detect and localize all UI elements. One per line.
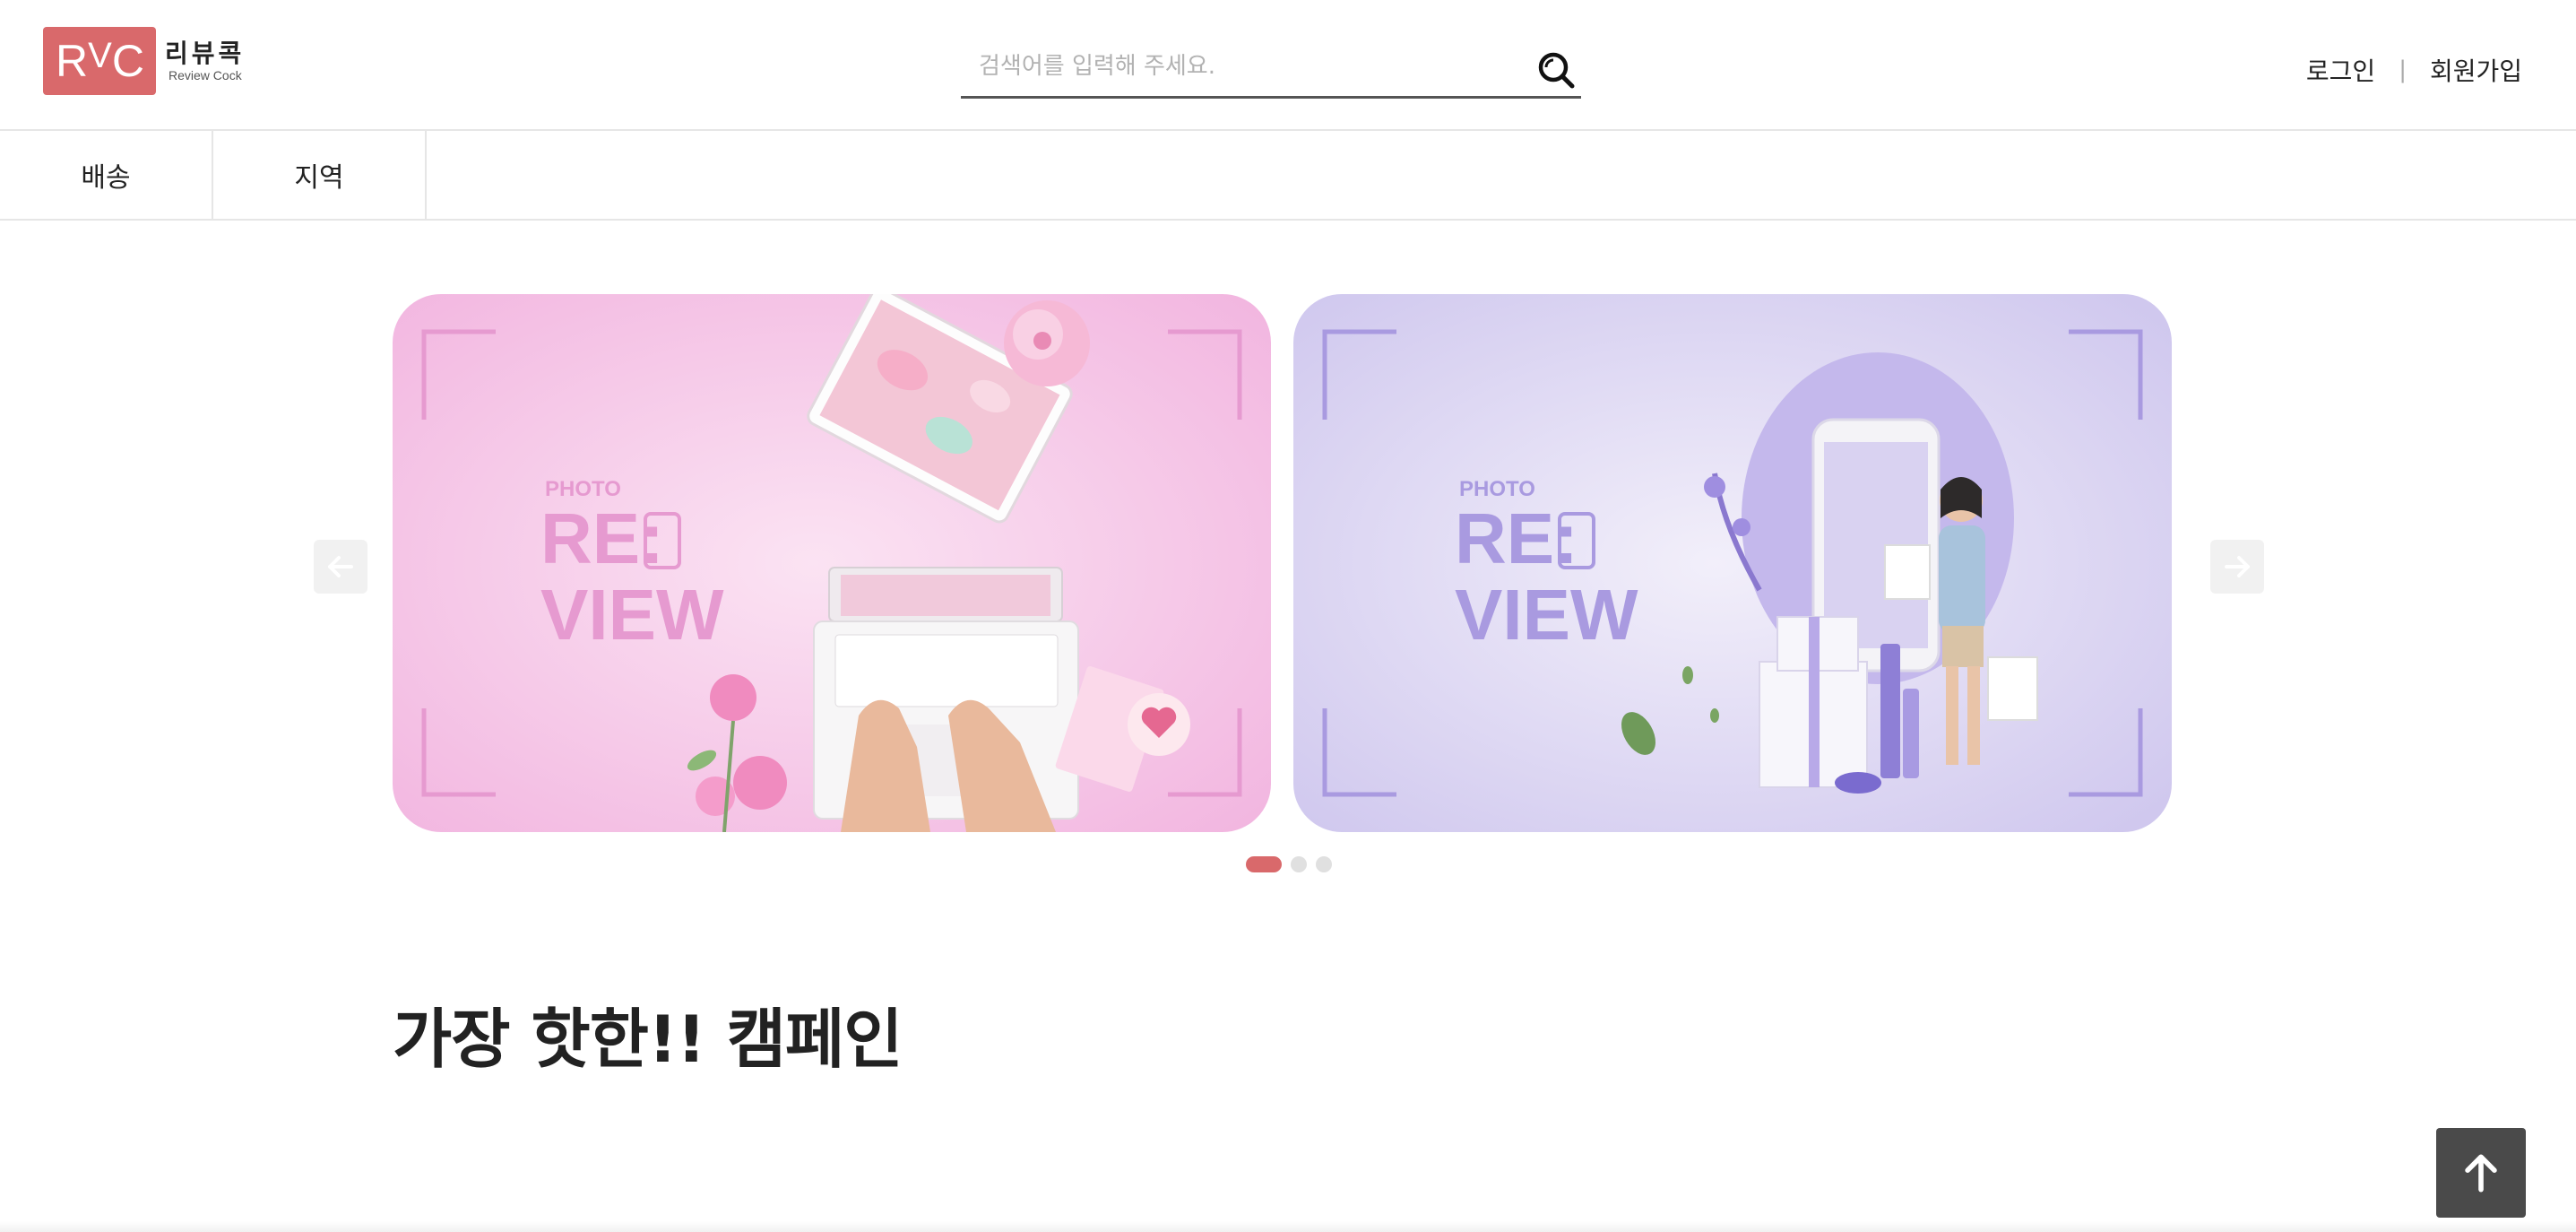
svg-text:VIEW: VIEW <box>1455 575 1638 655</box>
category-delivery[interactable]: 배송 <box>0 131 213 219</box>
signup-link[interactable]: 회원가입 <box>2430 52 2522 88</box>
svg-text:PHOTO: PHOTO <box>545 477 621 501</box>
login-link[interactable]: 로그인 <box>2306 52 2375 88</box>
carousel-dot-2[interactable] <box>1291 856 1307 872</box>
arrow-up-icon <box>2465 1154 2497 1193</box>
logo-name-kr: 리뷰콕 <box>165 39 246 68</box>
logo[interactable]: RVC 리뷰콕 Review Cock <box>43 27 245 95</box>
logo-text: 리뷰콕 Review Cock <box>165 39 246 83</box>
logo-name-en: Review Cock <box>169 68 242 82</box>
review-banner-lavender: PHOTO RE: VIEW <box>1293 294 2172 832</box>
search-icon[interactable] <box>1534 48 1578 91</box>
category-nav: 배송 지역 <box>0 131 2576 221</box>
search-bar <box>961 36 1581 99</box>
category-region[interactable]: 지역 <box>213 131 427 219</box>
page: RVC 리뷰콕 Review Cock 로그인 | 회원가입 배 <box>0 0 2576 1232</box>
carousel-dot-3[interactable] <box>1316 856 1332 872</box>
carousel-slide-2[interactable]: PHOTO RE: VIEW <box>1293 294 2172 832</box>
carousel-next-button[interactable] <box>2210 540 2264 594</box>
review-banner-pink: PHOTO RE: VIEW <box>393 294 1271 832</box>
auth-links: 로그인 | 회원가입 <box>2306 52 2522 88</box>
svg-text:PHOTO: PHOTO <box>1459 477 1535 501</box>
logo-mark: RVC <box>43 27 156 95</box>
auth-divider: | <box>2399 56 2407 83</box>
section-title: 가장 핫한!! 캠페인 <box>393 1002 903 1077</box>
carousel-slide-1[interactable]: PHOTO RE: VIEW <box>393 294 1271 832</box>
arrow-left-icon <box>328 556 353 577</box>
carousel-prev-button[interactable] <box>314 540 367 594</box>
carousel-dot-1[interactable] <box>1246 856 1282 872</box>
footer-edge <box>0 1221 2576 1232</box>
back-to-top-button[interactable] <box>2436 1128 2526 1218</box>
arrow-right-icon <box>2225 556 2250 577</box>
svg-text:VIEW: VIEW <box>540 575 724 655</box>
site-header: RVC 리뷰콕 Review Cock 로그인 | 회원가입 <box>0 0 2576 131</box>
carousel-pagination <box>1246 856 1341 872</box>
search-input[interactable] <box>979 41 1499 91</box>
